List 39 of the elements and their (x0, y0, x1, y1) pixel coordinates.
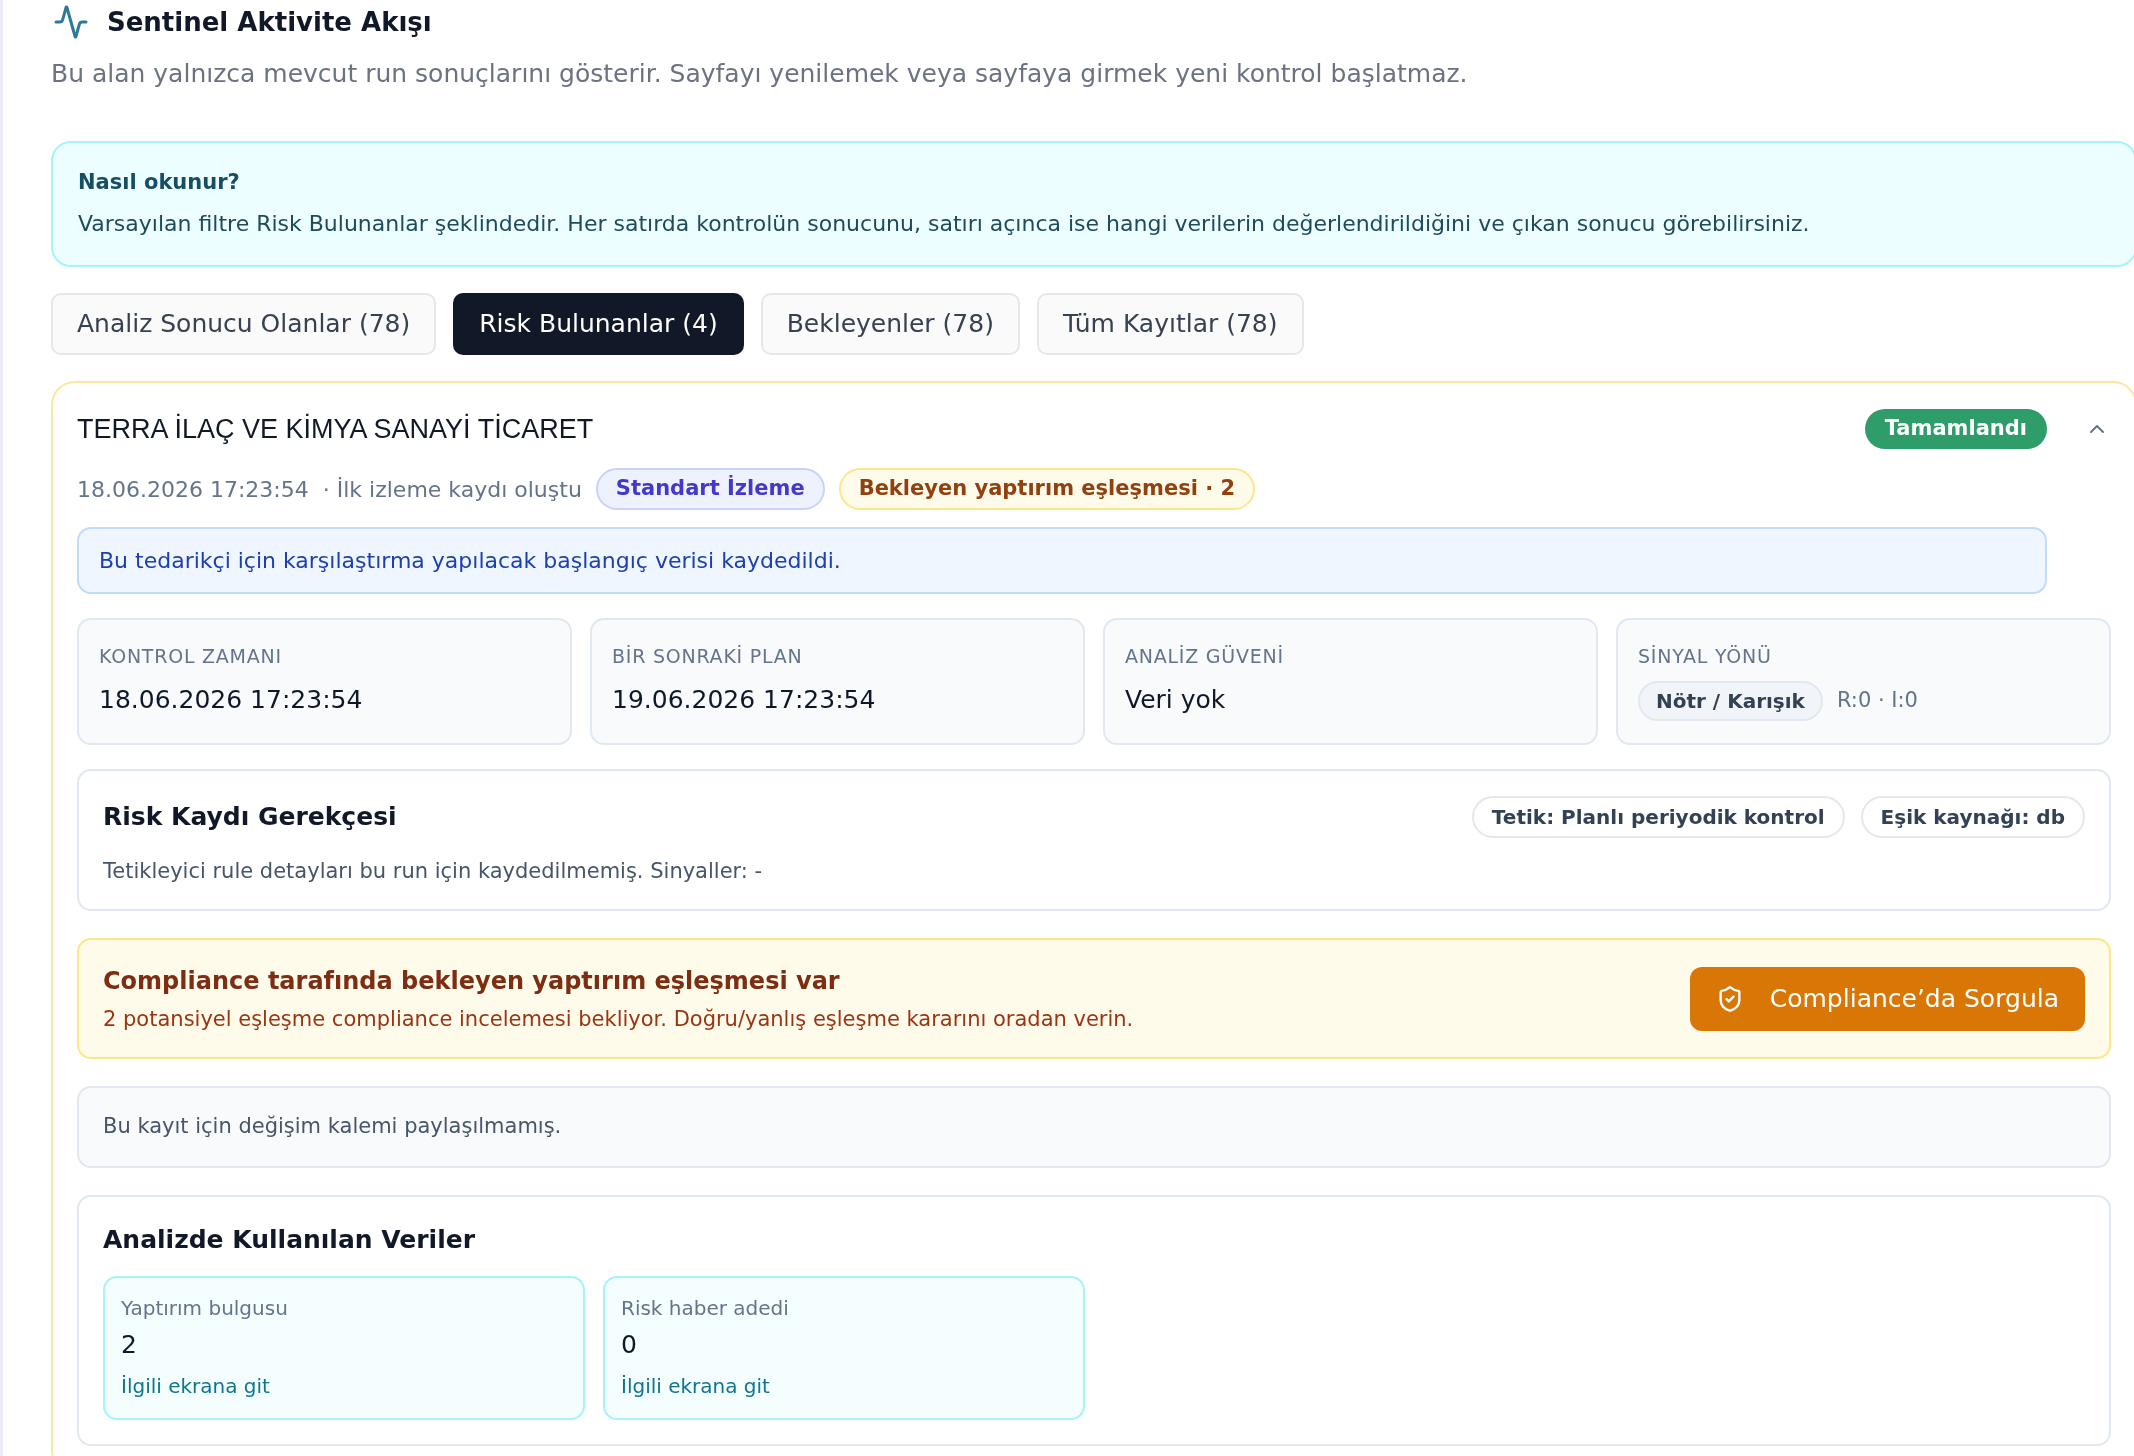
page-subtitle: Bu alan yalnızca mevcut run sonuçlarını gösterir. Sayfayı yenilemek veya sayfaya girmek yeni kontrol başlatmaz. (51, 58, 1469, 90)
event-text: · İlk izleme kaydı oluştu (322, 475, 582, 504)
filter-tab[interactable]: Bekleyenler (78) (760, 293, 1020, 355)
stat-value: Veri yok (1125, 684, 1227, 716)
stat-label: SİNYAL YÖNÜ (1638, 644, 1773, 669)
reason-pill: Eşik kaynağı: db (1860, 796, 2085, 838)
stat-label: ANALİZ GÜVENİ (1125, 644, 1285, 669)
data-label: Yaptırım bulgusu (121, 1295, 289, 1322)
page-title: Sentinel Aktivite Akışı (107, 6, 432, 39)
warning-badge: Bekleyen yaptırım eşleşmesi · 2 (838, 468, 1256, 510)
info-title: Nasıl okunur? (78, 169, 241, 195)
filter-tab[interactable]: Analiz Sonucu Olanlar (78) (51, 293, 437, 355)
data-value: 2 (121, 1329, 138, 1361)
filter-tab[interactable]: Risk Bulunanlar (4) (453, 293, 744, 355)
stat-label: KONTROL ZAMANI (99, 644, 283, 669)
changes-note: Bu kayıt için değişim kalemi paylaşılmamış. (77, 1086, 2111, 1168)
reason-text: Tetikleyici rule detayları bu run için kaydedilmemiş. Sinyaller: - (103, 858, 764, 885)
reason-pill: Tetik: Planlı periyodik kontrol (1471, 796, 1845, 838)
data-value: 0 (621, 1329, 638, 1361)
company-name: TERRA İLAÇ VE KİMYA SANAYİ TİCARET (77, 412, 594, 446)
data-title: Analizde Kullanılan Veriler (103, 1224, 476, 1256)
info-text: Varsayılan filtre Risk Bulunanlar şeklindedir. Her satırda kontrolün sonucunu, satırı açınca ise hangi verilerin değerlendirildiğini ve çıkan sonucu görebilirsiniz. (78, 210, 1811, 238)
signal-counts: R:0 · I:0 (1836, 687, 1918, 715)
stat-value: 18.06.2026 17:23:54 (99, 684, 364, 716)
signal-pill: Nötr / Karışık (1638, 681, 1823, 721)
related-link[interactable]: İlgili ekrana git (121, 1372, 270, 1400)
data-label: Risk haber adedi (621, 1295, 790, 1322)
stat-value: 19.06.2026 17:23:54 (612, 684, 877, 716)
pulse-icon (53, 4, 89, 40)
timestamp-text: 18.06.2026 17:23:54 (77, 475, 309, 504)
related-link[interactable]: İlgili ekrana git (621, 1372, 770, 1400)
mode-badge: Standart İzleme (595, 468, 825, 510)
reason-title: Risk Kaydı Gerekçesi (103, 801, 397, 834)
alert-text: 2 potansiyel eşleşme compliance incelemesi bekliyor. Doğru/yanlış eşleşme kararını oradan verin. (103, 1005, 1134, 1033)
alert-title: Compliance tarafında bekleyen yaptırım eşleşmesi var (103, 965, 841, 997)
note-banner: Bu tedarikçi için karşılaştırma yapılacak başlangıç verisi kaydedildi. (77, 527, 2047, 594)
filter-tab[interactable]: Tüm Kayıtlar (78) (1036, 293, 1304, 355)
stat-label: BİR SONRAKİ PLAN (612, 644, 804, 669)
status-badge: Tamamlandı (1864, 409, 2047, 449)
